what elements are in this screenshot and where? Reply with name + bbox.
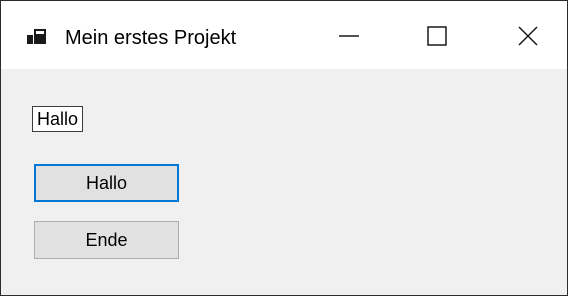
maximize-icon — [427, 25, 447, 51]
app-icon[interactable] — [27, 29, 47, 47]
hallo-button[interactable]: Hallo — [34, 164, 179, 202]
hallo-label: Hallo — [32, 106, 84, 132]
minimize-icon — [339, 26, 359, 51]
title-bar[interactable]: Mein erstes Projekt — [1, 1, 567, 69]
minimize-button[interactable] — [326, 15, 372, 61]
app-window: Mein erstes Projekt Hallo Hallo Ende — [0, 0, 568, 296]
maximize-button[interactable] — [414, 15, 460, 61]
window-title: Mein erstes Projekt — [65, 27, 237, 49]
ende-button[interactable]: Ende — [34, 221, 179, 259]
close-button[interactable] — [505, 15, 551, 61]
close-icon — [518, 25, 538, 51]
